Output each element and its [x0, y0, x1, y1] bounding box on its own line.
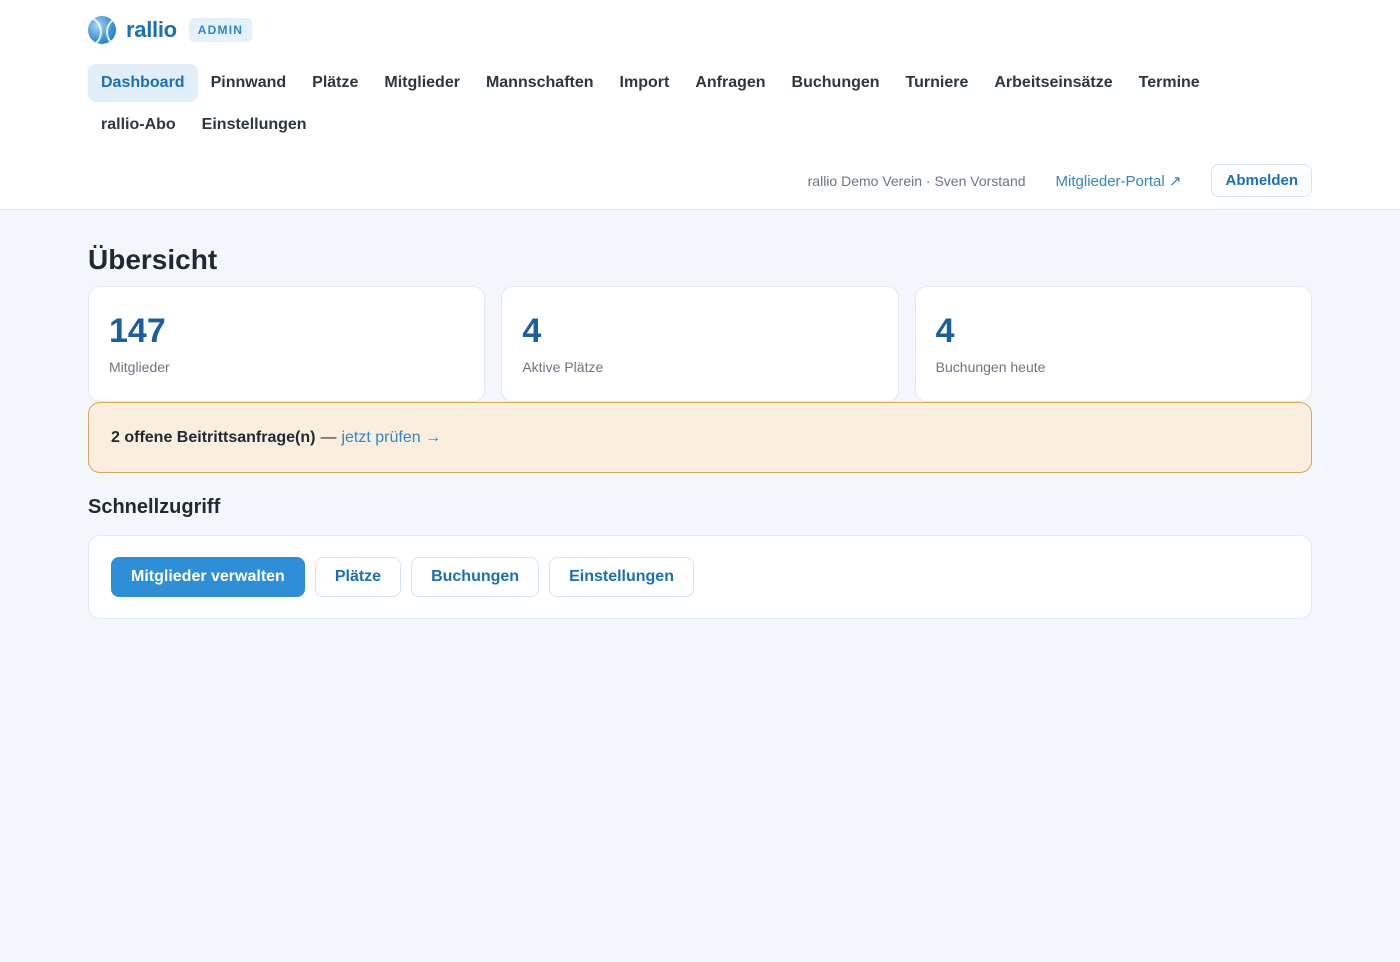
nav-item-mannschaften[interactable]: Mannschaften — [473, 64, 607, 102]
stat-label: Aktive Plätze — [522, 359, 604, 375]
notice-separator: — — [320, 428, 337, 446]
stat-card-members: 147 Mitglieder — [88, 286, 486, 402]
nav-item-turniere[interactable]: Turniere — [893, 64, 982, 102]
stat-card-bookings-today: 4 Buchungen heute — [914, 286, 1312, 402]
stat-value: 4 — [935, 312, 955, 350]
join-requests-notice: 2 offene Beitrittsanfrage(n) — jetzt prü… — [88, 402, 1312, 473]
main-nav: Dashboard Pinnwand Plätze Mitglieder Man… — [88, 64, 1312, 144]
stat-value: 4 — [522, 312, 542, 350]
top-bar: rallio ADMIN Dashboard Pinnwand Plätze M… — [0, 0, 1400, 210]
nav-item-mitglieder[interactable]: Mitglieder — [371, 64, 473, 102]
stat-label: Buchungen heute — [935, 359, 1046, 375]
nav-item-pinnwand[interactable]: Pinnwand — [198, 64, 300, 102]
stat-value: 147 — [109, 312, 166, 350]
stats-row: 147 Mitglieder 4 Aktive Plätze 4 Buchung… — [88, 286, 1312, 402]
nav-item-plaetze[interactable]: Plätze — [299, 64, 371, 102]
settings-button[interactable]: Einstellungen — [549, 557, 694, 597]
quick-access-title: Schnellzugriff — [88, 496, 221, 518]
logout-button[interactable]: Abmelden — [1211, 164, 1312, 197]
nav-item-einstellungen[interactable]: Einstellungen — [189, 106, 320, 144]
review-requests-link[interactable]: jetzt prüfen → — [341, 429, 441, 447]
nav-item-dashboard[interactable]: Dashboard — [88, 64, 198, 102]
courts-button[interactable]: Plätze — [314, 557, 402, 597]
bookings-button[interactable]: Buchungen — [411, 557, 540, 597]
nav-item-termine[interactable]: Termine — [1126, 64, 1213, 102]
nav-item-buchungen[interactable]: Buchungen — [779, 64, 893, 102]
nav-item-rallio-abo[interactable]: rallio-Abo — [88, 106, 189, 144]
nav-item-anfragen[interactable]: Anfragen — [682, 64, 778, 102]
quick-access-card: Mitglieder verwalten Plätze Buchungen Ei… — [88, 535, 1312, 619]
stat-label: Mitglieder — [109, 359, 170, 375]
club-user-label: rallio Demo Verein · Sven Vorstand — [807, 172, 1026, 189]
nav-item-arbeitseinsaetze[interactable]: Arbeitseinsätze — [981, 64, 1125, 102]
brand-name: rallio — [126, 17, 177, 42]
stat-card-courts: 4 Aktive Plätze — [501, 286, 899, 402]
manage-members-button[interactable]: Mitglieder verwalten — [111, 557, 305, 597]
tennis-ball-icon — [88, 16, 116, 44]
notice-text: 2 offene Beitrittsanfrage(n) — [111, 428, 316, 446]
nav-item-import[interactable]: Import — [607, 64, 683, 102]
member-portal-link[interactable]: Mitglieder-Portal ↗ — [1056, 172, 1182, 190]
page-title: Übersicht — [88, 244, 218, 275]
brand[interactable]: rallio ADMIN — [88, 16, 253, 44]
admin-badge: ADMIN — [188, 18, 253, 42]
main-content: Übersicht 147 Mitglieder 4 Aktive Plätze… — [88, 240, 1312, 619]
user-bar: rallio Demo Verein · Sven Vorstand Mitgl… — [808, 164, 1312, 197]
